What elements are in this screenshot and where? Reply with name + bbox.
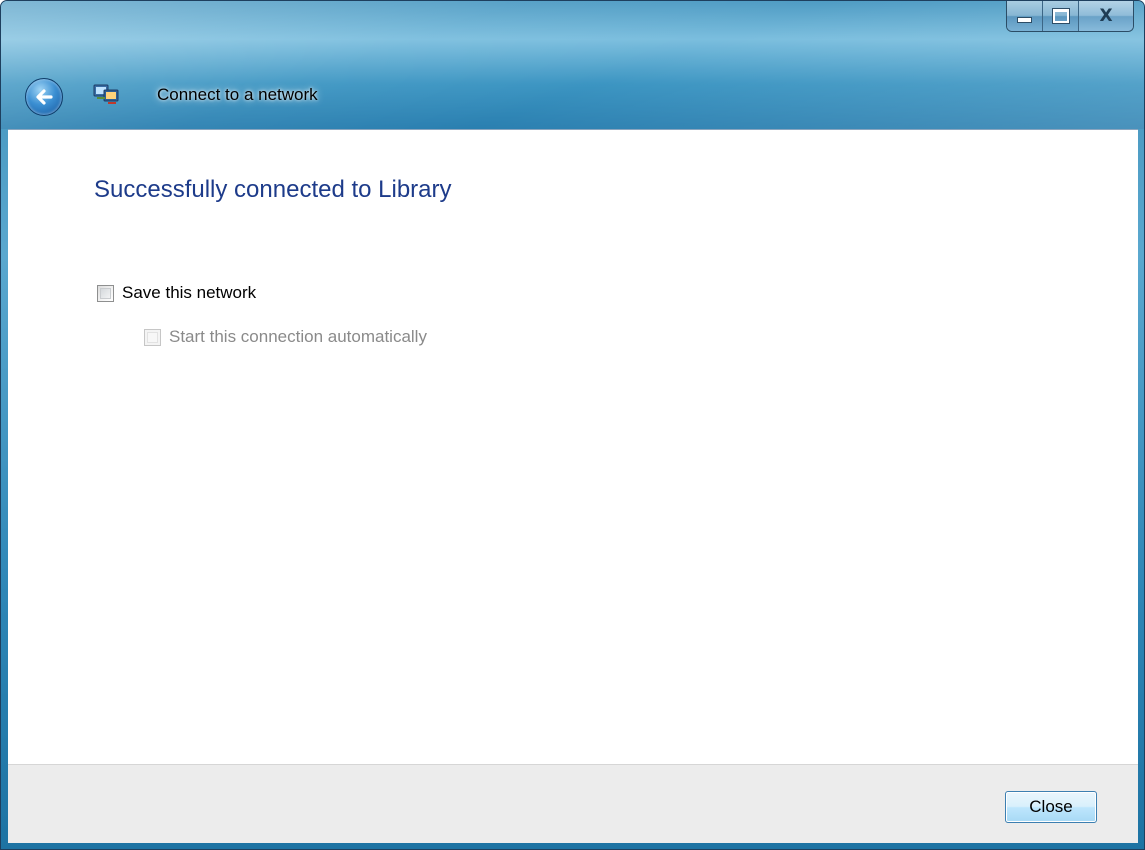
auto-start-label: Start this connection automatically [169, 327, 427, 346]
button-bar: Close [8, 764, 1138, 843]
back-arrow-icon [36, 89, 53, 105]
close-window-button[interactable]: X [1079, 1, 1133, 31]
network-connection-icon [93, 84, 119, 104]
save-network-option[interactable]: Save this network [97, 283, 256, 303]
save-network-checkbox[interactable] [97, 284, 114, 302]
page-heading: Successfully connected to Library [94, 176, 452, 203]
window-title: Connect to a network [157, 85, 318, 104]
maximize-icon [1051, 8, 1070, 24]
close-icon: X [1099, 6, 1113, 26]
save-network-label[interactable]: Save this network [122, 283, 256, 303]
auto-start-checkbox [144, 328, 161, 346]
close-button[interactable]: Close [1005, 791, 1097, 823]
content-area: Successfully connected to Library Save t… [8, 129, 1138, 765]
title-bar[interactable]: X Connect to a network [1, 1, 1144, 129]
dialog-window: X Connect to a network Successfully conn… [0, 0, 1145, 850]
maximize-button[interactable] [1043, 1, 1079, 31]
minimize-button[interactable] [1007, 1, 1043, 31]
auto-start-option: Start this connection automatically [144, 327, 427, 347]
back-button[interactable] [25, 78, 63, 116]
window-controls: X [1006, 1, 1134, 32]
minimize-icon [1017, 17, 1032, 23]
